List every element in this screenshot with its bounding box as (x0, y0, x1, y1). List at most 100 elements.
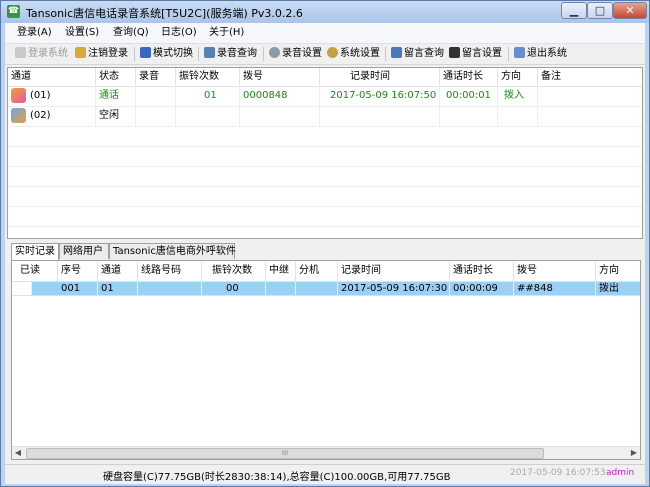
scroll-left-icon[interactable]: ◀ (12, 447, 24, 459)
col-line-number[interactable]: 线路号码 (138, 261, 202, 281)
time-cell: 2017-05-09 16:07:30 (338, 282, 450, 295)
toolbar-separator (385, 47, 386, 61)
record-row[interactable]: 001 01 00 2017-05-09 16:07:30 00:00:09 #… (12, 282, 640, 296)
status-cell: 空闲 (96, 106, 136, 126)
tab-network-users[interactable]: 网络用户 (59, 243, 109, 259)
col-dial[interactable]: 拨号 (514, 261, 596, 281)
toolbar-separator (134, 47, 135, 61)
toolbar-separator (263, 47, 264, 61)
logout-button[interactable]: 注销登录 (75, 46, 128, 62)
note-cell (538, 86, 642, 106)
col-channel[interactable]: 通道 (8, 68, 96, 86)
key-icon (15, 47, 26, 58)
col-direction[interactable]: 方向 (498, 68, 538, 86)
disk-capacity-status: 硬盘容量(C)77.75GB(时长2830:38:14),总容量(C)100.0… (103, 472, 451, 483)
col-channel[interactable]: 通道 (98, 261, 138, 281)
col-dial[interactable]: 拨号 (240, 68, 320, 86)
message-settings-button[interactable]: 留言设置 (449, 46, 502, 62)
duration-cell (440, 106, 498, 126)
col-duration[interactable]: 通话时长 (450, 261, 514, 281)
col-trunk[interactable]: 中继 (266, 261, 296, 281)
line-number-cell (138, 282, 202, 295)
dial-cell: ##848 (514, 282, 596, 295)
col-read[interactable]: 已读 (12, 261, 58, 281)
col-direction[interactable]: 方向 (596, 261, 640, 281)
rings-cell: 01 (176, 86, 240, 106)
close-button[interactable]: ✕ (613, 2, 647, 19)
channel-cell: (02) (8, 106, 96, 126)
system-settings-button[interactable]: 系统设置 (327, 46, 380, 62)
recording-settings-button[interactable]: 录音设置 (269, 46, 322, 62)
tab-outbound-software[interactable]: Tansonic唐信电商外呼软件 (109, 243, 236, 259)
direction-cell (498, 106, 538, 126)
recording-cell (136, 106, 176, 126)
status-bar: 硬盘容量(C)77.75GB(时长2830:38:14),总容量(C)100.0… (5, 464, 645, 484)
read-cell[interactable] (12, 282, 32, 295)
tab-realtime-records[interactable]: 实时记录 (11, 243, 59, 260)
col-extension[interactable]: 分机 (296, 261, 338, 281)
col-note[interactable]: 备注 (538, 68, 642, 86)
note-cell (538, 106, 642, 126)
switch-icon (140, 47, 151, 58)
channel-row[interactable]: (01) 通话 01 0000848 2017-05-09 16:07:50 0… (8, 86, 642, 107)
login-system-button[interactable]: 登录系统 (15, 46, 68, 62)
col-rings[interactable]: 振铃次数 (202, 261, 266, 281)
col-rings[interactable]: 振铃次数 (176, 68, 240, 86)
empty-row (8, 186, 642, 207)
menu-log[interactable]: 日志(O) (159, 26, 199, 40)
scrollbar-thumb[interactable]: III (26, 448, 544, 459)
phone-app-icon: ☎ (7, 5, 20, 18)
message-query-button[interactable]: 留言查询 (391, 46, 444, 62)
window-title: Tansonic唐信电话录音系统[T5U2C](服务端) Pv3.0.2.6 (26, 7, 303, 20)
empty-row (8, 126, 642, 147)
scroll-right-icon[interactable]: ▶ (628, 447, 640, 459)
channel-row[interactable]: (02) 空闲 (8, 106, 642, 127)
maximize-button[interactable]: □ (587, 2, 613, 19)
minimize-button[interactable]: ▁ (561, 2, 587, 19)
channel-table: 通道 状态 录音 振铃次数 拨号 记录时间 通话时长 方向 备注 (01) 通话… (7, 67, 643, 239)
rings-cell (176, 106, 240, 126)
client-area: 登录(A) 设置(S) 查询(Q) 日志(O) 关于(H) 登录系统 注销登录 … (5, 23, 645, 484)
col-seq[interactable]: 序号 (58, 261, 98, 281)
title-bar[interactable]: ☎ Tansonic唐信电话录音系统[T5U2C](服务端) Pv3.0.2.6… (1, 1, 649, 23)
col-record-time[interactable]: 记录时间 (320, 68, 440, 86)
records-table-header: 已读 序号 通道 线路号码 振铃次数 中继 分机 记录时间 通话时长 拨号 方向 (12, 261, 640, 282)
records-table: 已读 序号 通道 线路号码 振铃次数 中继 分机 记录时间 通话时长 拨号 方向… (11, 260, 641, 460)
col-record-time[interactable]: 记录时间 (338, 261, 450, 281)
menu-settings[interactable]: 设置(S) (63, 26, 101, 40)
phone-active-icon (11, 88, 26, 103)
time-cell (320, 106, 440, 126)
menu-login[interactable]: 登录(A) (15, 26, 54, 40)
toolbar-separator (508, 47, 509, 61)
phone-idle-icon (11, 108, 26, 123)
seq-cell: 001 (58, 282, 98, 295)
menu-bar: 登录(A) 设置(S) 查询(Q) 日志(O) 关于(H) (5, 23, 645, 44)
empty-row (8, 166, 642, 187)
duration-cell: 00:00:01 (440, 86, 498, 106)
mode-switch-button[interactable]: 模式切换 (140, 46, 193, 62)
empty-row (8, 206, 642, 227)
direction-cell: 拨出 (596, 282, 640, 295)
rings-cell: 00 (202, 282, 266, 295)
menu-query[interactable]: 查询(Q) (111, 26, 151, 40)
main-window: ☎ Tansonic唐信电话录音系统[T5U2C](服务端) Pv3.0.2.6… (0, 0, 650, 487)
trunk-cell (266, 282, 296, 295)
direction-cell: 拨入 (498, 86, 538, 106)
gear-icon (269, 47, 280, 58)
recording-cell (136, 86, 176, 106)
exit-system-button[interactable]: 退出系统 (514, 46, 567, 62)
empty-row (8, 146, 642, 167)
channel-table-header: 通道 状态 录音 振铃次数 拨号 记录时间 通话时长 方向 备注 (8, 68, 642, 87)
menu-about[interactable]: 关于(H) (207, 26, 246, 40)
message-search-icon (391, 47, 402, 58)
logged-in-user: admin (606, 468, 635, 478)
col-status[interactable]: 状态 (96, 68, 136, 86)
col-recording[interactable]: 录音 (136, 68, 176, 86)
search-icon (204, 47, 215, 58)
recording-query-button[interactable]: 录音查询 (204, 46, 257, 62)
time-cell: 2017-05-09 16:07:50 (320, 86, 440, 106)
col-duration[interactable]: 通话时长 (440, 68, 498, 86)
horizontal-scrollbar[interactable]: ◀ III ▶ (12, 446, 640, 459)
current-time: 2017-05-09 16:07:53 (510, 468, 606, 478)
exit-door-icon (514, 47, 525, 58)
